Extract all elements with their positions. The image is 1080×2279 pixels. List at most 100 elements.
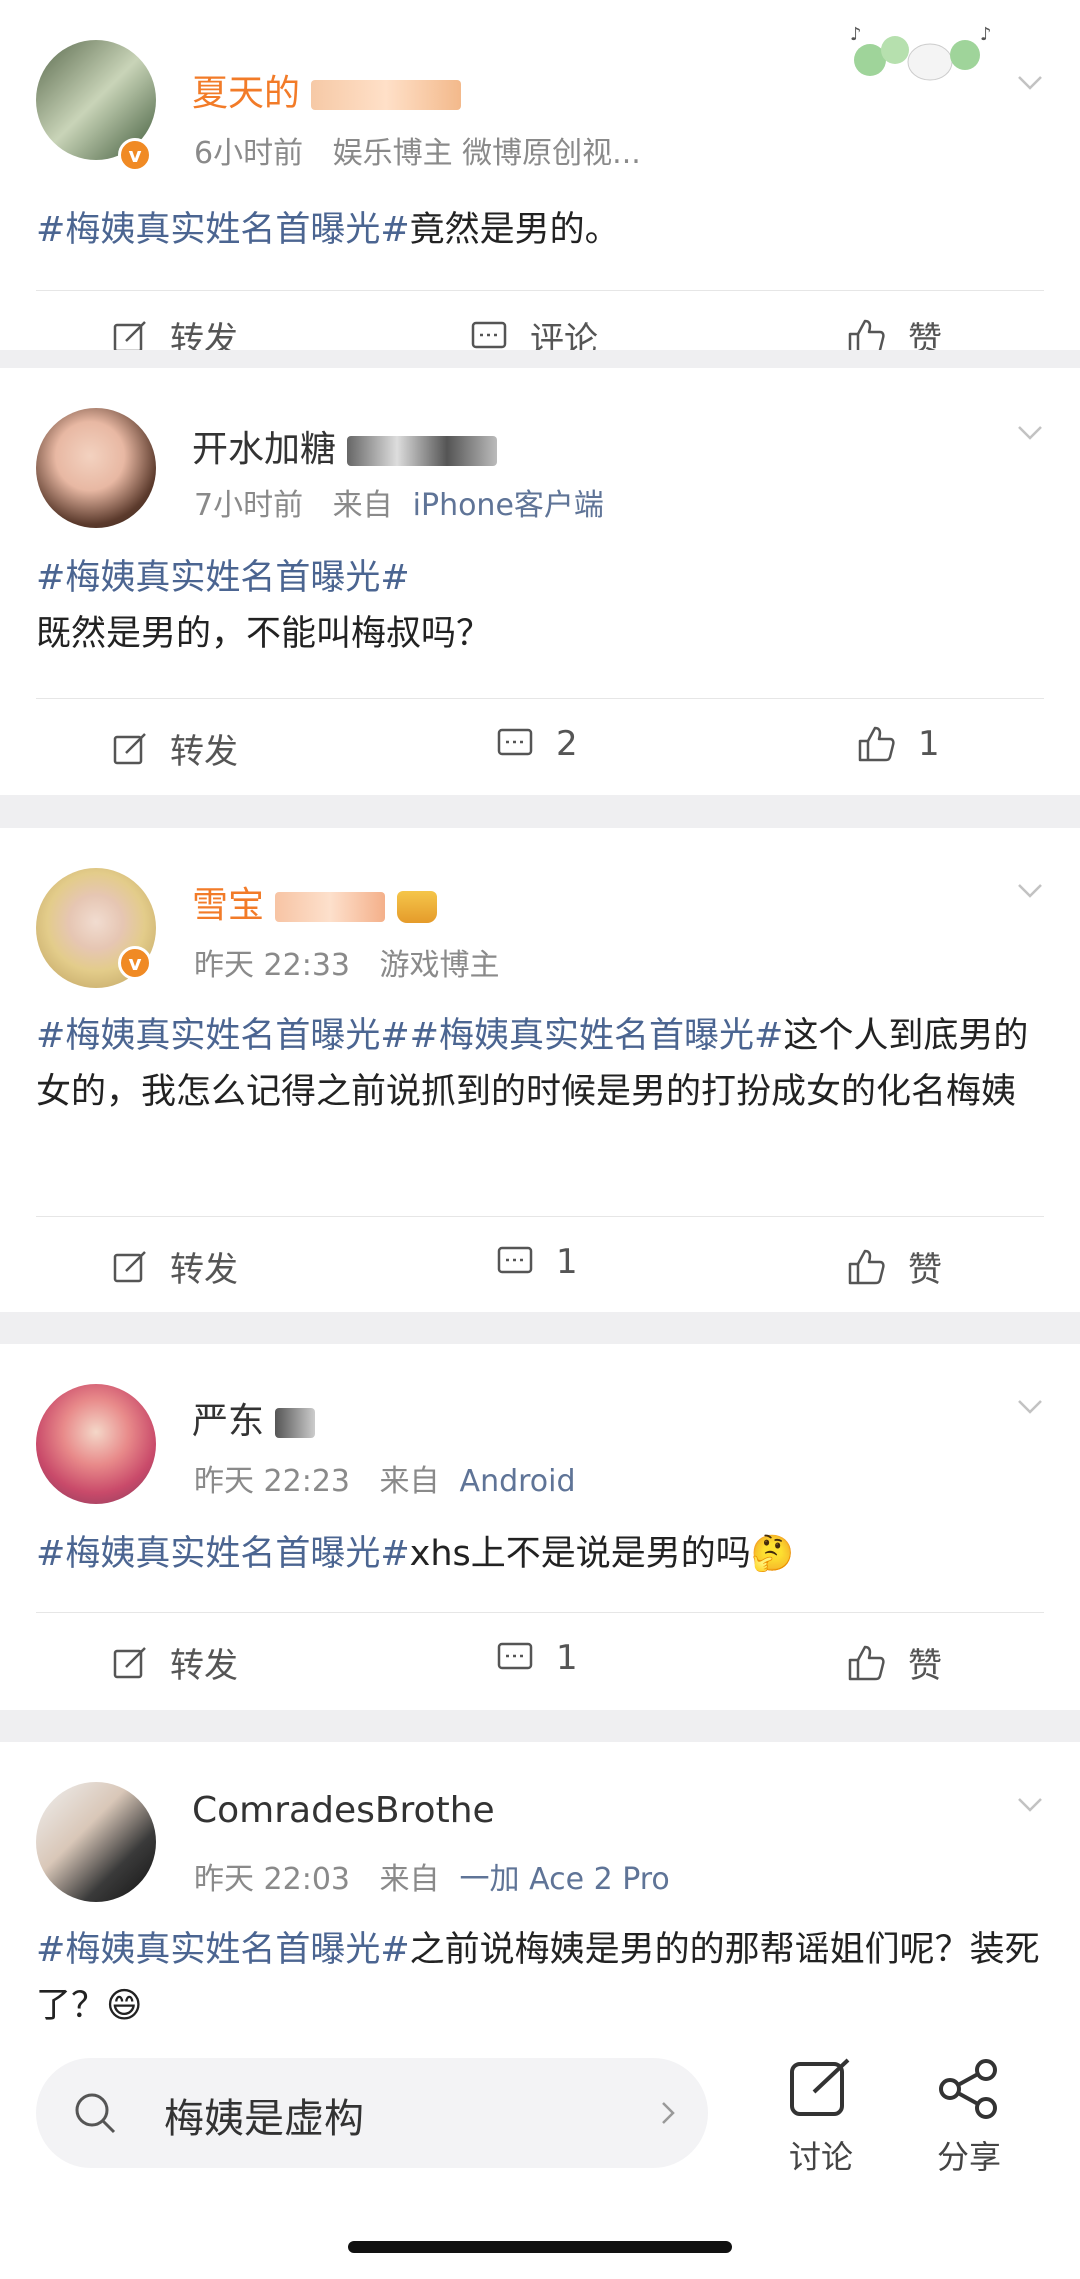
chevron-down-icon[interactable] — [1016, 876, 1044, 904]
blurred-name — [275, 1408, 316, 1438]
verified-badge-icon: v — [118, 138, 152, 172]
hashtag-link[interactable]: #梅姨真实姓名首曝光# — [36, 1016, 410, 1056]
comment-icon — [497, 1642, 533, 1670]
repost-label: 转发 — [170, 1646, 238, 1686]
comment-icon — [497, 728, 533, 756]
thumbs-up-icon — [848, 1645, 885, 1680]
chevron-down-icon[interactable] — [1016, 1392, 1044, 1420]
post-3[interactable]: v 雪宝 昨天 22:33 游戏博主 #梅姨真实姓名首曝光##梅姨真实姓名首曝光… — [0, 828, 1080, 1312]
post-source[interactable]: iPhone客户端 — [413, 488, 604, 523]
post-4[interactable]: 严东 昨天 22:23 来自 Android #梅姨真实姓名首曝光#xhs上不是说… — [0, 1344, 1080, 1710]
post-meta: 7小时前 来自 iPhone客户端 — [194, 480, 604, 524]
avatar[interactable] — [36, 1384, 156, 1504]
hashtag-link[interactable]: #梅姨真实姓名首曝光# — [36, 1534, 410, 1574]
source-prefix: 来自 — [332, 488, 393, 523]
verified-badge-icon: v — [118, 946, 152, 980]
blurred-name — [347, 436, 498, 466]
divider — [36, 290, 1044, 291]
post-source: 游戏博主 — [379, 948, 500, 983]
post-content: #梅姨真实姓名首曝光#之前说梅姨是男的的那帮谣姐们呢？装死了？😄 — [36, 1922, 1044, 2024]
search-icon — [75, 2093, 116, 2134]
blurred-name — [275, 892, 386, 922]
chevron-down-icon[interactable] — [1016, 418, 1044, 446]
search-box[interactable]: 梅姨是虚构 — [36, 2058, 708, 2168]
like-label: 赞 — [908, 1646, 942, 1686]
repost-button[interactable]: 转发 — [112, 312, 238, 350]
thinking-emoji-icon: 🤔 — [750, 1534, 795, 1574]
hashtag-link[interactable]: #梅姨真实姓名首曝光# — [36, 1930, 410, 1970]
laughing-emoji-icon: 😄 — [106, 1986, 143, 2024]
post-source[interactable]: 一加 Ace 2 Pro — [460, 1862, 670, 1897]
source-prefix: 来自 — [379, 1464, 440, 1499]
like-button[interactable]: 1 — [856, 724, 940, 764]
avatar[interactable] — [36, 408, 156, 528]
share-label: 分享 — [936, 2138, 1001, 2176]
post-source: 娱乐博主 微博原创视... — [332, 136, 641, 171]
divider — [36, 1216, 1044, 1217]
search-query: 梅姨是虚构 — [164, 2096, 364, 2142]
username-text: 雪宝 — [192, 885, 265, 926]
post-content: #梅姨真实姓名首曝光#竟然是男的。 — [36, 202, 1044, 258]
repost-button[interactable]: 转发 — [112, 1242, 238, 1291]
post-content: #梅姨真实姓名首曝光##梅姨真实姓名首曝光#这个人到底男的女的，我怎么记得之前说… — [36, 1008, 1044, 1120]
like-button[interactable]: 赞 — [846, 1242, 942, 1291]
source-prefix: 来自 — [379, 1862, 440, 1897]
chevron-down-icon[interactable] — [1016, 1790, 1044, 1818]
post-5[interactable]: ComradesBrothe 昨天 22:03 来自 一加 Ace 2 Pro #… — [0, 1742, 1080, 2024]
username[interactable]: 严东 — [192, 1392, 316, 1444]
post-content: #梅姨真实姓名首曝光#xhs上不是说是男的吗🤔 — [36, 1526, 1044, 1582]
repost-button[interactable]: 转发 — [112, 1638, 238, 1687]
home-indicator[interactable] — [348, 2241, 732, 2253]
hashtag-link[interactable]: #梅姨真实姓名首曝光# — [36, 558, 410, 598]
username[interactable]: 开水加糖 — [192, 420, 498, 472]
post-time: 7小时前 — [194, 488, 304, 523]
share-button[interactable]: 分享 — [924, 2058, 1014, 2178]
comment-count: 2 — [556, 724, 578, 764]
repost-button[interactable]: 转发 — [112, 724, 238, 773]
svg-text:♪: ♪ — [850, 24, 862, 45]
comment-button[interactable]: 评论 — [470, 312, 598, 350]
post-1[interactable]: v 夏天的 ♪ ♪ 6小时前 娱乐博主 微博原创视... #梅姨真实姓名首曝光#竟… — [0, 0, 1080, 350]
repost-icon — [113, 320, 146, 350]
post-time: 昨天 22:03 — [194, 1862, 350, 1897]
edit-icon — [790, 2058, 850, 2116]
post-source[interactable]: Android — [460, 1464, 576, 1499]
avatar[interactable] — [36, 1782, 156, 1902]
repost-icon — [113, 1250, 146, 1282]
blurred-name — [311, 80, 462, 110]
repost-icon — [113, 732, 146, 764]
username-text: 夏天的 — [192, 73, 301, 114]
like-label: 赞 — [908, 320, 942, 350]
post-meta: 昨天 22:33 游戏博主 — [194, 940, 500, 984]
post-time: 昨天 22:33 — [194, 948, 350, 983]
like-button[interactable]: 赞 — [846, 312, 942, 350]
comment-label: 评论 — [530, 320, 598, 350]
comment-count: 1 — [556, 1242, 578, 1282]
comment-icon — [471, 321, 507, 348]
comment-icon — [497, 1246, 533, 1274]
username[interactable]: ComradesBrothe — [192, 1790, 495, 1831]
repost-label: 转发 — [170, 732, 238, 772]
username[interactable]: 夏天的 — [192, 64, 462, 116]
comment-button[interactable]: 1 — [496, 1242, 578, 1282]
post-2[interactable]: 开水加糖 7小时前 来自 iPhone客户端 #梅姨真实姓名首曝光# 既然是男的，… — [0, 368, 1080, 795]
post-time: 昨天 22:23 — [194, 1464, 350, 1499]
repost-label: 转发 — [170, 1250, 238, 1290]
comment-button[interactable]: 1 — [496, 1638, 578, 1678]
comment-button[interactable]: 2 — [496, 724, 578, 764]
divider — [36, 698, 1044, 699]
hashtag-link[interactable]: #梅姨真实姓名首曝光# — [410, 1016, 784, 1056]
like-button[interactable]: 赞 — [846, 1638, 942, 1687]
repost-label: 转发 — [170, 320, 238, 350]
post-content: #梅姨真实姓名首曝光# 既然是男的，不能叫梅叔吗？ — [36, 550, 1044, 662]
username[interactable]: 雪宝 — [192, 876, 437, 928]
like-label: 赞 — [908, 1250, 942, 1290]
post-text: 既然是男的，不能叫梅叔吗？ — [36, 614, 492, 654]
hashtag-link[interactable]: #梅姨真实姓名首曝光# — [36, 210, 410, 250]
svg-text:♪: ♪ — [980, 24, 992, 45]
thumbs-up-icon — [848, 319, 885, 350]
sticker-decoration: ♪ ♪ — [840, 20, 1000, 90]
divider — [36, 1612, 1044, 1613]
chevron-down-icon[interactable] — [1016, 68, 1044, 96]
discuss-button[interactable]: 讨论 — [776, 2058, 866, 2178]
